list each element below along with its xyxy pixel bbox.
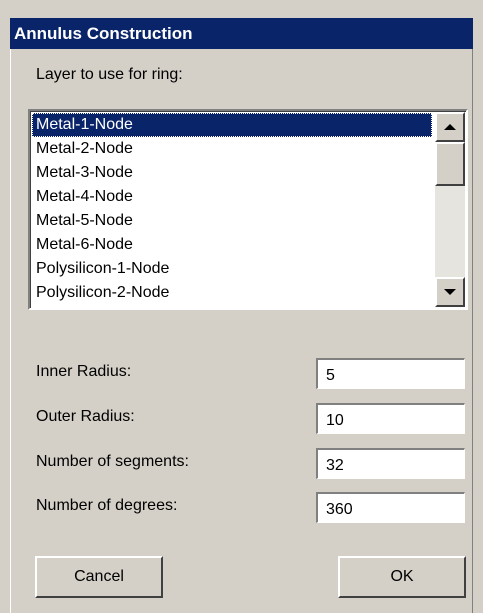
layer-listbox[interactable]: Metal-1-Node Metal-2-Node Metal-3-Node Meta…: [28, 109, 468, 310]
scroll-up-button[interactable]: [435, 112, 465, 142]
list-item[interactable]: Metal-5-Node: [32, 209, 432, 233]
layer-list: Metal-1-Node Metal-2-Node Metal-3-Node Meta…: [32, 113, 432, 305]
list-item[interactable]: Metal-4-Node: [32, 185, 432, 209]
window-title: Annulus Construction: [14, 23, 193, 43]
degrees-field[interactable]: [316, 492, 465, 523]
inner-radius-label: Inner Radius:: [36, 363, 132, 380]
degrees-label: Number of degrees:: [36, 497, 178, 514]
cancel-button[interactable]: Cancel: [35, 556, 163, 598]
list-item[interactable]: Polysilicon-2-Node: [32, 281, 432, 305]
list-item[interactable]: Metal-1-Node: [32, 113, 432, 137]
list-item[interactable]: Metal-2-Node: [32, 137, 432, 161]
segments-label: Number of segments:: [36, 453, 189, 470]
inner-radius-field[interactable]: [316, 358, 465, 389]
outer-radius-label: Outer Radius:: [36, 408, 135, 425]
list-item[interactable]: Metal-3-Node: [32, 161, 432, 185]
layer-label: Layer to use for ring:: [36, 66, 183, 83]
segments-field[interactable]: [316, 448, 465, 479]
outer-radius-field[interactable]: [316, 403, 465, 434]
listbox-scrollbar[interactable]: [435, 112, 465, 307]
dialog-edge-left: [10, 49, 11, 613]
scroll-down-button[interactable]: [435, 277, 465, 307]
ok-button[interactable]: OK: [338, 556, 466, 598]
arrow-down-icon: [444, 289, 456, 295]
list-item[interactable]: Metal-6-Node: [32, 233, 432, 257]
list-item[interactable]: Polysilicon-1-Node: [32, 257, 432, 281]
scroll-thumb[interactable]: [435, 142, 465, 186]
title-bar: Annulus Construction: [10, 18, 473, 49]
arrow-up-icon: [444, 124, 456, 130]
dialog-edge-right: [472, 49, 473, 613]
